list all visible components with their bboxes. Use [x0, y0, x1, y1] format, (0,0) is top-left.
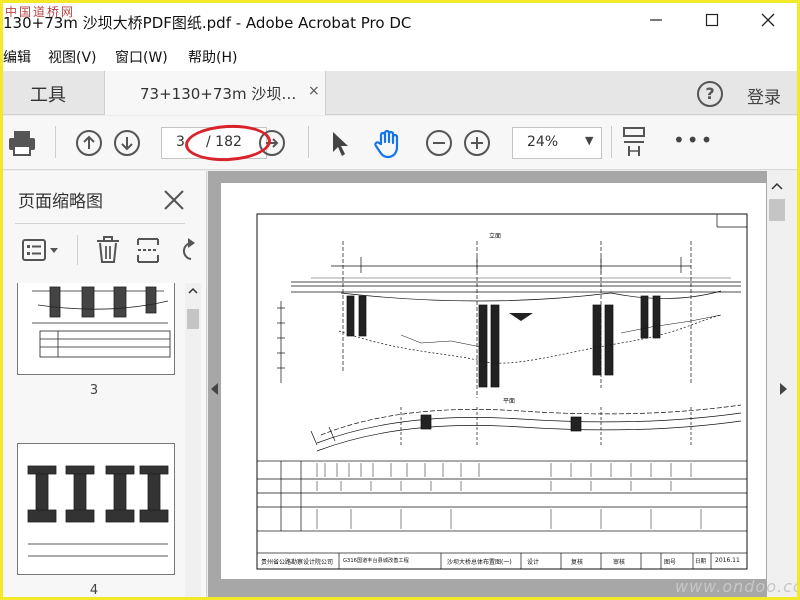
menu-view[interactable]: 视图(V)	[48, 47, 97, 67]
tab-tools-label: 工具	[30, 85, 66, 106]
plus-icon	[471, 137, 483, 149]
previous-page-arrow-icon[interactable]	[211, 383, 218, 395]
next-page-button[interactable]	[114, 130, 140, 156]
close-window-button[interactable]	[755, 9, 781, 35]
app-window: 中国道桥网 130+73m 沙坝大桥PDF图纸.pdf - Adobe Acro…	[3, 3, 797, 597]
thumbnail-drawing	[27, 465, 169, 557]
toolbar-separator	[55, 126, 56, 158]
footer-watermark: www.ondoo.com	[675, 577, 797, 596]
panel-close-button[interactable]	[163, 181, 185, 218]
list-options-icon	[22, 239, 58, 261]
window-title: 130+73m 沙坝大桥PDF图纸.pdf - Adobe Acrobat Pr…	[3, 14, 412, 32]
print-button[interactable]	[7, 128, 37, 162]
thumbnail-page-3[interactable]	[17, 283, 175, 375]
maximize-button[interactable]	[699, 9, 725, 35]
close-icon	[164, 190, 184, 210]
tab-tools[interactable]: 工具	[3, 71, 103, 115]
title-bar: 中国道桥网 130+73m 沙坝大桥PDF图纸.pdf - Adobe Acro…	[3, 3, 797, 41]
drawing-stamp-drawing-no: 图号	[664, 559, 677, 566]
scrollbar-thumb[interactable]	[769, 199, 785, 221]
drawing-stamp-date-label: 日期	[695, 559, 707, 565]
drawing-stamp-review: 复核	[571, 559, 584, 566]
panel-title: 页面缩略图	[18, 192, 103, 212]
current-page-input[interactable]: 3	[176, 134, 185, 150]
insert-page-icon	[137, 238, 159, 263]
panel-divider	[15, 223, 185, 224]
toolbar-separator	[611, 126, 612, 158]
close-icon	[761, 13, 775, 27]
minus-icon	[433, 142, 445, 144]
undo-button[interactable]	[175, 235, 197, 269]
pdf-page: 立面 平面 贵州省公路勘察设计院公司 G316国道丰台县城改善工程 沙坝大桥总体…	[221, 183, 766, 579]
zoom-out-button[interactable]	[426, 130, 452, 156]
toolbar-separator	[308, 126, 309, 158]
thumbnails-panel: 页面缩略图 3 4	[3, 171, 207, 597]
minimize-button[interactable]	[643, 9, 669, 35]
cursor-arrow-icon	[333, 132, 348, 156]
thumbnail-list: 3 4	[3, 283, 185, 597]
select-tool-button[interactable]	[328, 130, 352, 162]
arrow-up-icon	[83, 135, 95, 149]
thumbnail-page-number: 4	[89, 583, 99, 597]
scrollbar-thumb[interactable]	[187, 309, 199, 329]
delete-page-button[interactable]	[95, 235, 121, 269]
panel-toolbar	[3, 225, 207, 277]
bridge-drawing	[256, 213, 748, 570]
drawing-section-elevation: 立面	[489, 233, 502, 240]
thumbnail-drawing	[32, 286, 171, 358]
next-page-arrow-icon[interactable]	[780, 383, 787, 395]
undo-icon	[182, 238, 195, 260]
tab-document-label: 73+130+73m 沙坝…	[140, 85, 297, 103]
thumbnail-options-button[interactable]	[21, 237, 61, 269]
drawing-stamp-company: 贵州省公路勘察设计院公司	[261, 559, 334, 566]
hand-tool-button[interactable]	[372, 127, 404, 163]
thumbnail-page-number: 3	[89, 383, 99, 398]
drawing-stamp-title: 沙坝大桥总体布置图(一)	[447, 559, 512, 566]
help-icon[interactable]: ?	[697, 81, 723, 107]
document-viewer[interactable]: 立面 平面 贵州省公路勘察设计院公司 G316国道丰台县城改善工程 沙坝大桥总体…	[208, 171, 797, 597]
insert-page-button[interactable]	[135, 235, 161, 269]
chevron-up-icon	[771, 182, 783, 190]
drawing-section-plan: 平面	[503, 398, 516, 405]
maximize-icon	[705, 13, 719, 27]
drawing-stamp-approve: 审核	[613, 559, 626, 566]
prev-page-button[interactable]	[76, 130, 102, 156]
tab-close-button[interactable]: ×	[308, 83, 320, 99]
toolbar-separator	[77, 235, 78, 265]
printer-icon	[9, 131, 35, 156]
fit-page-button[interactable]	[621, 126, 647, 164]
zoom-value: 24%	[527, 134, 559, 150]
drawing-stamp-date: 2016.11	[715, 557, 740, 564]
tab-bar: 工具 73+130+73m 沙坝… × ? 登录	[3, 71, 797, 115]
chevron-down-icon: ▼	[585, 134, 594, 147]
drawing-stamp-project: G316国道丰台县城改善工程	[343, 558, 409, 564]
trash-icon	[97, 236, 119, 263]
menu-bar: 编辑 视图(V) 窗口(W) 帮助(H)	[3, 41, 797, 71]
arrow-down-icon	[121, 137, 133, 151]
zoom-in-button[interactable]	[464, 130, 490, 156]
login-button[interactable]: 登录	[747, 83, 781, 108]
menu-window[interactable]: 窗口(W)	[115, 47, 168, 67]
more-tools-button[interactable]: •••	[673, 128, 714, 152]
zoom-dropdown[interactable]: 24% ▼	[512, 127, 602, 159]
chevron-up-icon	[188, 287, 198, 294]
fit-page-icon	[623, 127, 645, 156]
menu-edit[interactable]: 编辑	[3, 47, 31, 67]
hand-icon	[374, 129, 399, 159]
main-toolbar: 3 / 182 24% ▼ •••	[3, 116, 797, 170]
drawing-stamp-design: 设计	[527, 559, 540, 566]
thumbnail-page-4[interactable]	[17, 443, 175, 575]
menu-help[interactable]: 帮助(H)	[188, 47, 237, 67]
thumbnail-scrollbar[interactable]	[185, 283, 201, 597]
tab-document[interactable]: 73+130+73m 沙坝… ×	[104, 71, 326, 115]
minimize-icon	[650, 19, 662, 21]
